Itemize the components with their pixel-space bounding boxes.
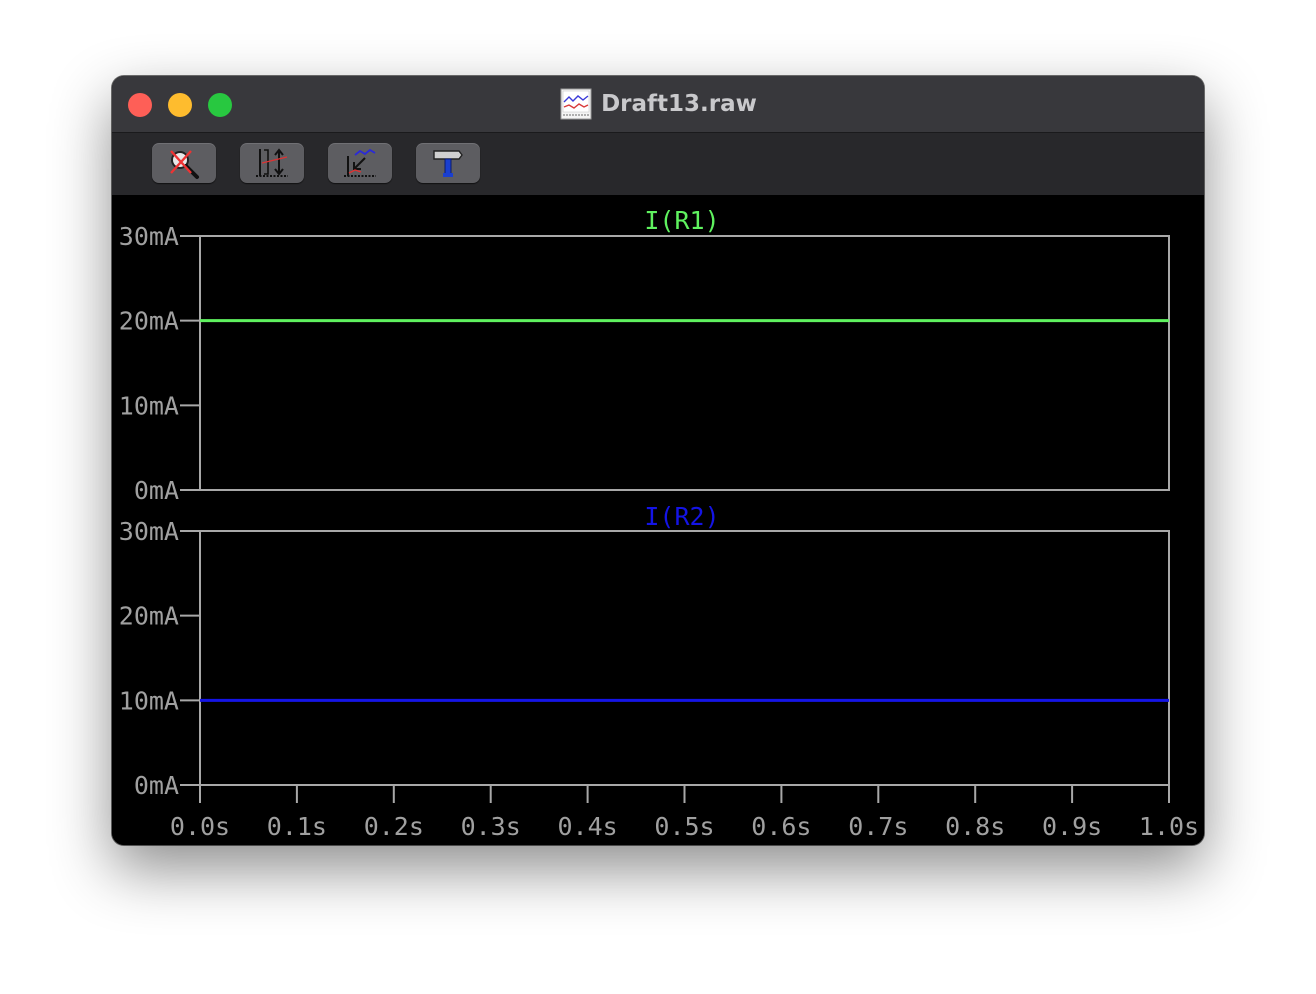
y-tick-label: 0mA: [134, 771, 179, 800]
x-tick-label: 0.2s: [364, 812, 424, 841]
title-bar[interactable]: Draft13.raw: [112, 76, 1204, 133]
x-tick-label: 0.9s: [1042, 812, 1102, 841]
waveform-plot[interactable]: I(R1) 0mA 10mA 20mA 30mA I(R2) 0mA 10mA 20mA 30mA…: [112, 195, 1204, 845]
plot-area[interactable]: I(R1) 0mA 10mA 20mA 30mA I(R2) 0mA 10mA 20mA 30mA…: [112, 195, 1204, 845]
waveform-window: Draft13.raw I(R1) 0mA 10mA 20mA 30mA I(R…: [112, 76, 1204, 845]
y-tick-label: 10mA: [119, 686, 179, 715]
x-tick-label: 0.1s: [267, 812, 327, 841]
hammer-icon: [433, 150, 463, 177]
zoom-back-icon: [344, 148, 376, 177]
vertical-range-icon: [256, 148, 288, 177]
window-title: Draft13.raw: [112, 76, 1204, 132]
y-tick-label: 10mA: [119, 391, 179, 420]
window-title-text: Draft13.raw: [601, 91, 757, 117]
x-tick-label: 0.0s: [170, 812, 230, 841]
y-tick-label: 30mA: [119, 222, 179, 251]
toolbar: [112, 133, 1204, 195]
y-tick-label: 30mA: [119, 517, 179, 546]
autorange-y-button[interactable]: [240, 143, 304, 183]
y-tick-label: 20mA: [119, 307, 179, 336]
x-tick-label: 0.5s: [654, 812, 714, 841]
y-tick-label: 0mA: [134, 476, 179, 505]
plot-frame: [199, 530, 1170, 786]
x-tick-label: 0.7s: [848, 812, 908, 841]
x-tick-label: 0.4s: [557, 812, 617, 841]
magnifier-cross-icon: [170, 150, 199, 179]
probe-tool-button[interactable]: [416, 143, 480, 183]
autorange-zoom-button[interactable]: [152, 143, 216, 183]
y-tick-label: 20mA: [119, 602, 179, 631]
plot-frame: [199, 235, 1170, 491]
x-tick-label: 0.3s: [461, 812, 521, 841]
x-tick-label: 0.6s: [751, 812, 811, 841]
zoom-back-button[interactable]: [328, 143, 392, 183]
chart-title: I(R2): [644, 502, 719, 531]
x-tick-label: 1.0s: [1139, 812, 1199, 841]
chart-title: I(R1): [644, 206, 719, 235]
x-tick-label: 0.8s: [945, 812, 1005, 841]
waveform-doc-icon: [560, 88, 592, 120]
